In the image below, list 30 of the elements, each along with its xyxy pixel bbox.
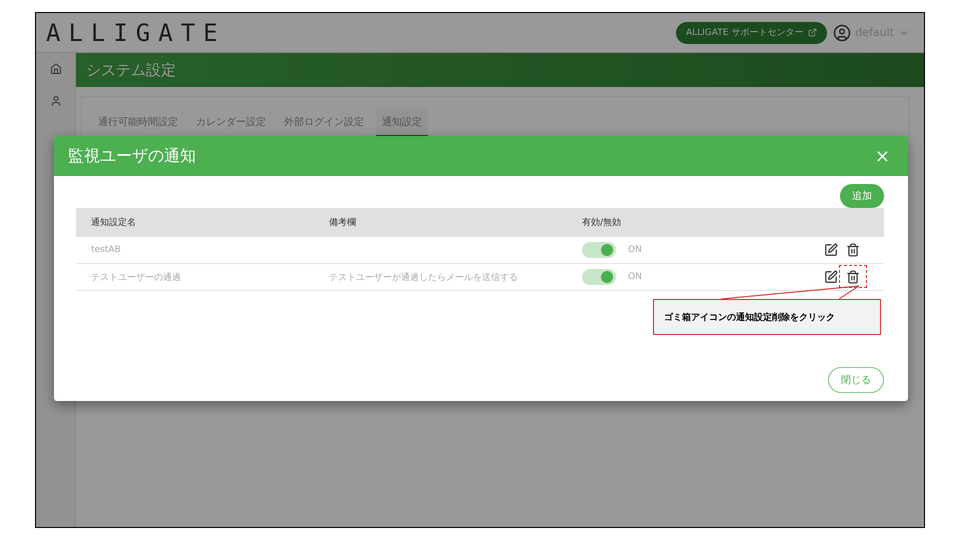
dialog-title: 監視ユーザの通知 [68, 146, 196, 166]
add-button[interactable]: 追加 [840, 184, 884, 208]
table-cell-text: testAB [91, 245, 122, 255]
table-cell-text: テストユーザーが通過したらメールを送信する [329, 272, 519, 284]
edit-icon[interactable] [824, 270, 838, 284]
column-header: 有効/無効 [582, 216, 622, 228]
tab[interactable]: 通行可能時間設定 [92, 109, 184, 137]
table-cell-text: テストユーザーの通過 [91, 272, 182, 284]
column-header: 通知設定名 [91, 216, 137, 228]
home-icon[interactable] [50, 63, 62, 75]
external-link-icon [808, 28, 818, 37]
toggle-label: ON [628, 245, 642, 255]
avatar-icon [833, 24, 852, 42]
tab[interactable]: 外部ログイン設定 [278, 109, 370, 137]
tab[interactable]: 通知設定 [376, 109, 428, 137]
toggle-switch[interactable] [582, 242, 616, 258]
logo: ALLIGATE [46, 18, 226, 46]
page-title: システム設定 [76, 53, 924, 87]
support-center-button[interactable]: ALLIGATE サポートセンター [676, 22, 828, 44]
toggle-switch[interactable] [582, 269, 616, 285]
edit-icon[interactable] [824, 243, 838, 257]
toggle-label: ON [628, 272, 642, 282]
annotation-callout: ゴミ箱アイコンの通知設定削除をクリック [653, 299, 881, 335]
close-dialog-button[interactable]: 閉じる [828, 367, 884, 393]
tab[interactable]: カレンダー設定 [190, 109, 272, 137]
column-header: 備考欄 [329, 216, 357, 228]
trash-icon[interactable] [846, 243, 860, 257]
trash-icon[interactable] [846, 270, 860, 284]
close-button[interactable]: × [874, 146, 890, 166]
user-icon[interactable] [50, 95, 62, 107]
